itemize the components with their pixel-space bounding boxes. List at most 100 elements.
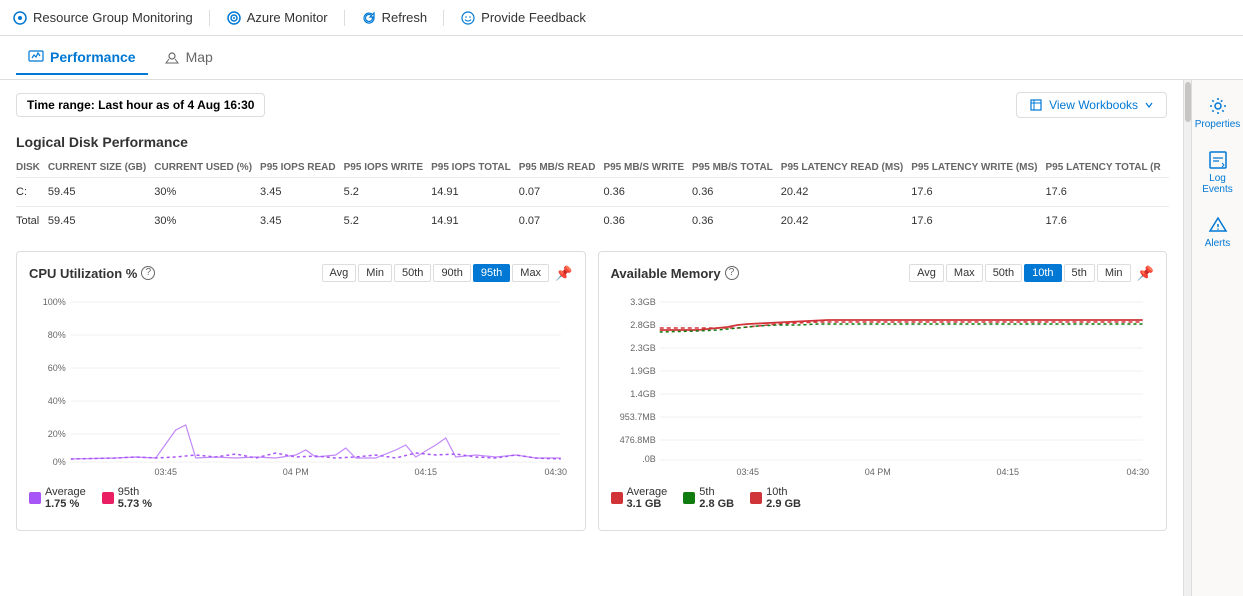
nav-sep-1 xyxy=(209,10,210,26)
cpu-btn-50th[interactable]: 50th xyxy=(394,264,431,282)
svg-text:03:45: 03:45 xyxy=(736,467,759,475)
disk-cell-5: 14.91 xyxy=(431,207,519,236)
disk-cell-9: 20.42 xyxy=(781,207,911,236)
cpu-legend-item: 95th5.73 % xyxy=(102,486,152,510)
memory-chart-svg: 3.3GB 2.8GB 2.3GB 1.9GB 1.4GB 953.7MB 47… xyxy=(611,290,1155,475)
nav-azure-monitor-label: Azure Monitor xyxy=(247,10,328,25)
sidebar-log-events-button[interactable]: Log Events xyxy=(1194,142,1242,203)
cpu-chart-legend: Average1.75 %95th5.73 % xyxy=(29,486,573,510)
map-tab-icon xyxy=(164,49,180,65)
col-p95-lat-write: P95 LATENCY WRITE (ms) xyxy=(911,158,1045,178)
sidebar-alerts-button[interactable]: Alerts xyxy=(1194,207,1242,257)
disk-cell-6: 0.07 xyxy=(519,207,604,236)
alerts-icon xyxy=(1208,215,1228,235)
svg-text:04 PM: 04 PM xyxy=(864,467,890,475)
memory-btn-50th[interactable]: 50th xyxy=(985,264,1022,282)
disk-table: DISK CURRENT SIZE (GB) CURRENT USED (%) … xyxy=(16,158,1169,235)
tab-map-label: Map xyxy=(186,49,213,65)
col-current-size: CURRENT SIZE (GB) xyxy=(48,158,154,178)
memory-chart-title-area: Available Memory ? xyxy=(611,266,739,281)
col-p95-lat-total: P95 LATENCY TOTAL (r xyxy=(1046,158,1169,178)
sidebar-properties-button[interactable]: Properties xyxy=(1194,88,1242,138)
memory-pin-icon[interactable]: 📌 xyxy=(1137,265,1154,282)
disk-cell-4: 5.2 xyxy=(344,178,431,207)
memory-info-icon[interactable]: ? xyxy=(725,266,739,280)
nav-azure-monitor[interactable]: Azure Monitor xyxy=(226,10,328,26)
cpu-btn-95th[interactable]: 95th xyxy=(473,264,510,282)
disk-cell-3: 3.45 xyxy=(260,178,344,207)
disk-table-row: Total59.4530%3.455.214.910.070.360.3620.… xyxy=(16,207,1169,236)
properties-icon xyxy=(1208,96,1228,116)
nav-refresh[interactable]: Refresh xyxy=(361,10,428,26)
svg-text:3.3GB: 3.3GB xyxy=(630,297,656,307)
svg-text:953.7MB: 953.7MB xyxy=(619,412,655,422)
time-range-label: Time range: xyxy=(27,98,95,112)
cpu-chart-buttons: AvgMin50th90th95thMax xyxy=(322,264,550,282)
properties-label: Properties xyxy=(1195,119,1241,130)
memory-btn-max[interactable]: Max xyxy=(946,264,983,282)
memory-legend-item: Average3.1 GB xyxy=(611,486,668,510)
memory-chart-buttons: AvgMax50th10th5thMin xyxy=(909,264,1130,282)
time-range-button[interactable]: Time range: Last hour as of 4 Aug 16:30 xyxy=(16,93,265,117)
memory-btn-5th[interactable]: 5th xyxy=(1064,264,1095,282)
memory-chart-legend: Average3.1 GB5th2.8 GB10th2.9 GB xyxy=(611,486,1155,510)
disk-cell-6: 0.07 xyxy=(519,178,604,207)
col-current-used: CURRENT USED (%) xyxy=(154,158,260,178)
col-p95-mbs-total: P95 MB/s TOTAL xyxy=(692,158,781,178)
scroll-thumb[interactable] xyxy=(1185,82,1191,122)
top-nav: Resource Group Monitoring Azure Monitor … xyxy=(0,0,1243,36)
alerts-label: Alerts xyxy=(1205,238,1231,249)
cpu-btn-90th[interactable]: 90th xyxy=(433,264,470,282)
view-workbooks-button[interactable]: View Workbooks xyxy=(1016,92,1167,118)
disk-cell-9: 20.42 xyxy=(781,178,911,207)
log-events-icon xyxy=(1208,150,1228,170)
nav-sep-3 xyxy=(443,10,444,26)
main-content: Time range: Last hour as of 4 Aug 16:30 … xyxy=(0,80,1243,596)
cpu-btn-min[interactable]: Min xyxy=(358,264,392,282)
memory-btn-avg[interactable]: Avg xyxy=(909,264,944,282)
svg-text:80%: 80% xyxy=(48,330,66,340)
svg-text:03:45: 03:45 xyxy=(154,467,177,475)
memory-chart-panel: Available Memory ? AvgMax50th10th5thMin … xyxy=(598,251,1168,531)
log-events-label: Log Events xyxy=(1198,173,1238,195)
right-sidebar: Properties Log Events Alerts xyxy=(1191,80,1243,596)
nav-provide-feedback[interactable]: Provide Feedback xyxy=(460,10,586,26)
chevron-down-icon xyxy=(1144,100,1154,110)
cpu-info-icon[interactable]: ? xyxy=(141,266,155,280)
disk-cell-7: 0.36 xyxy=(603,207,692,236)
resource-group-icon xyxy=(12,10,28,26)
disk-cell-10: 17.6 xyxy=(911,207,1045,236)
disk-cell-5: 14.91 xyxy=(431,178,519,207)
scroll-track[interactable] xyxy=(1183,80,1191,596)
disk-cell-4: 5.2 xyxy=(344,207,431,236)
svg-text:476.8MB: 476.8MB xyxy=(619,435,655,445)
azure-monitor-icon xyxy=(226,10,242,26)
memory-btn-10th[interactable]: 10th xyxy=(1024,264,1061,282)
cpu-pin-icon[interactable]: 📌 xyxy=(555,265,572,282)
nav-resource-group-label: Resource Group Monitoring xyxy=(33,10,193,25)
tab-performance[interactable]: Performance xyxy=(16,41,148,75)
disk-cell-7: 0.36 xyxy=(603,178,692,207)
memory-btn-min[interactable]: Min xyxy=(1097,264,1131,282)
cpu-btn-max[interactable]: Max xyxy=(512,264,549,282)
memory-legend-item: 5th2.8 GB xyxy=(683,486,734,510)
memory-chart-header: Available Memory ? AvgMax50th10th5thMin … xyxy=(611,264,1155,282)
svg-text:1.9GB: 1.9GB xyxy=(630,366,656,376)
tab-map[interactable]: Map xyxy=(152,41,225,75)
content-area: Time range: Last hour as of 4 Aug 16:30 … xyxy=(0,80,1183,596)
feedback-icon xyxy=(460,10,476,26)
svg-text:60%: 60% xyxy=(48,363,66,373)
svg-text:04:30: 04:30 xyxy=(544,467,567,475)
svg-text:04:30: 04:30 xyxy=(1126,467,1149,475)
svg-text:40%: 40% xyxy=(48,396,66,406)
nav-sep-2 xyxy=(344,10,345,26)
disk-cell-8: 0.36 xyxy=(692,207,781,236)
disk-table-header-row: DISK CURRENT SIZE (GB) CURRENT USED (%) … xyxy=(16,158,1169,178)
tab-performance-label: Performance xyxy=(50,49,136,65)
svg-text:04:15: 04:15 xyxy=(414,467,437,475)
svg-text:.0B: .0B xyxy=(642,454,656,464)
cpu-btn-avg[interactable]: Avg xyxy=(322,264,357,282)
nav-resource-group[interactable]: Resource Group Monitoring xyxy=(12,10,193,26)
svg-text:0%: 0% xyxy=(53,457,66,467)
disk-cell-3: 3.45 xyxy=(260,207,344,236)
